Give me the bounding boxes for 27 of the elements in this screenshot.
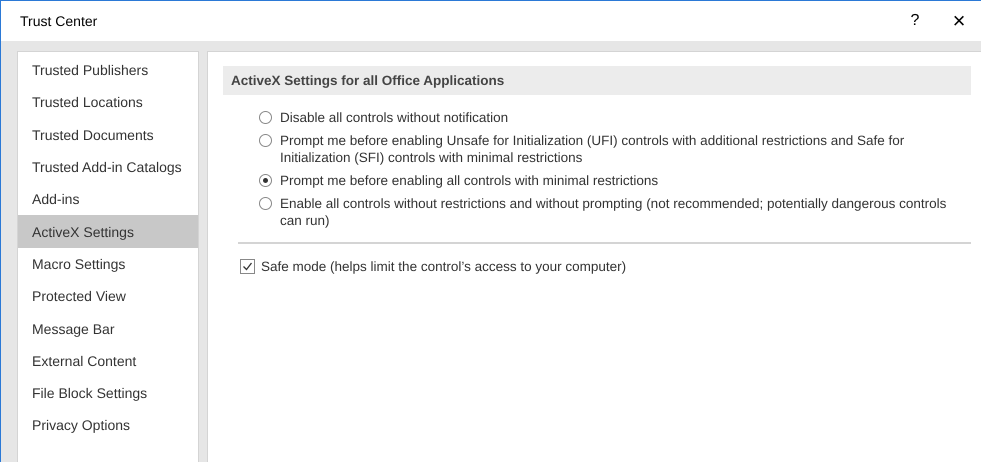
sidebar-item[interactable]: Trusted Locations [18,86,198,119]
option-label: Enable all controls without restrictions and without prompting (not recommended; potentially dangerous controls can run) [280,195,948,229]
sidebar-item[interactable]: Trusted Publishers [18,54,198,86]
window-title: Trust Center [20,13,98,29]
radio-button[interactable] [259,174,272,187]
radio-button[interactable] [259,197,272,210]
sidebar-item[interactable]: File Block Settings [18,376,198,410]
option-label: Disable all controls without notification [280,109,508,126]
sidebar-item[interactable]: Message Bar [18,312,198,345]
option-label: Prompt me before enabling Unsafe for Initialization (UFI) controls with additional restrictions and Safe for Initialization (SFI) controls with minimal restrictions [280,132,906,166]
check-icon [242,261,253,272]
checkbox[interactable] [240,259,255,274]
sidebar-item[interactable]: Macro Settings [18,248,198,280]
section-heading: ActiveX Settings for all Office Applications [223,66,971,95]
sidebar-item[interactable]: External Content [18,344,198,377]
close-button[interactable]: × [937,3,981,39]
radio-button[interactable] [259,134,272,147]
sidebar-item[interactable]: Protected View [18,280,198,312]
sidebar-item[interactable]: Add-ins [18,183,198,216]
option-label: Prompt me before enabling all controls with minimal restrictions [280,172,658,189]
sidebar-item[interactable]: Trusted Documents [18,118,198,151]
sidebar-item[interactable]: Trusted Add-in Catalogs [18,150,198,184]
sidebar-item[interactable]: Privacy Options [18,409,198,442]
sidebar-item[interactable]: ActiveX Settings [18,215,198,248]
help-button[interactable]: ? [893,3,937,39]
checkbox-label: Safe mode (helps limit the control’s access to your computer) [261,258,626,275]
radio-button[interactable] [259,111,272,124]
